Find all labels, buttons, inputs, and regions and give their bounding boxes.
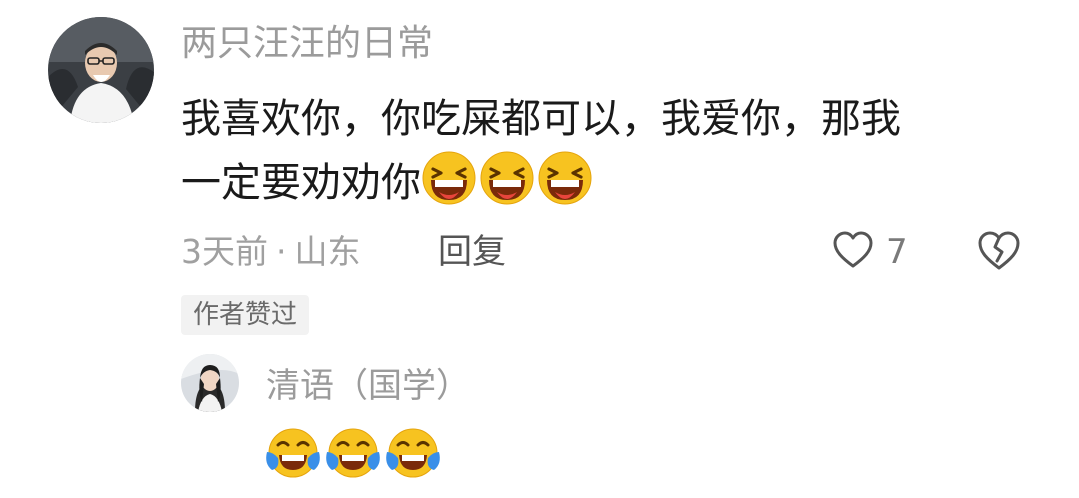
broken-heart-icon xyxy=(978,231,1020,270)
avatar-image xyxy=(48,17,154,123)
reply-avatar-image xyxy=(181,354,239,412)
like-button[interactable]: 7 xyxy=(832,228,908,276)
reply-user-avatar[interactable] xyxy=(181,354,239,412)
reply-button[interactable]: 回复 xyxy=(438,230,506,274)
comment-location: 山东 xyxy=(294,232,361,271)
reply-body xyxy=(264,424,442,482)
comment-body: 我喜欢你，你吃屎都可以，我爱你，那我 一定要劝劝你 xyxy=(181,88,1041,212)
laughing-emoji-icon xyxy=(421,150,477,206)
comment-time: 3天前 xyxy=(181,232,268,271)
dislike-button[interactable] xyxy=(976,228,1022,274)
comment-username[interactable]: 两只汪汪的日常 xyxy=(181,22,433,66)
reply-username[interactable]: 清语（国学） xyxy=(266,364,470,408)
comment-text-line-1: 我喜欢你，你吃屎都可以，我爱你，那我 xyxy=(181,96,901,142)
meta-separator: · xyxy=(276,232,287,271)
comment-text-line-2-text: 一定要劝劝你 xyxy=(181,160,421,206)
heart-icon xyxy=(832,230,874,274)
laughing-emoji-icon xyxy=(537,150,593,206)
user-avatar[interactable] xyxy=(48,17,154,123)
comment-text-line-2: 一定要劝劝你 xyxy=(181,150,1041,212)
like-count: 7 xyxy=(886,232,908,272)
tears-of-joy-emoji-icon xyxy=(384,424,442,482)
author-liked-badge: 作者赞过 xyxy=(181,295,310,335)
comment-meta: 3天前 · 山东 xyxy=(181,230,361,274)
tears-of-joy-emoji-icon xyxy=(264,424,322,482)
laughing-emoji-icon xyxy=(479,150,535,206)
tears-of-joy-emoji-icon xyxy=(324,424,382,482)
